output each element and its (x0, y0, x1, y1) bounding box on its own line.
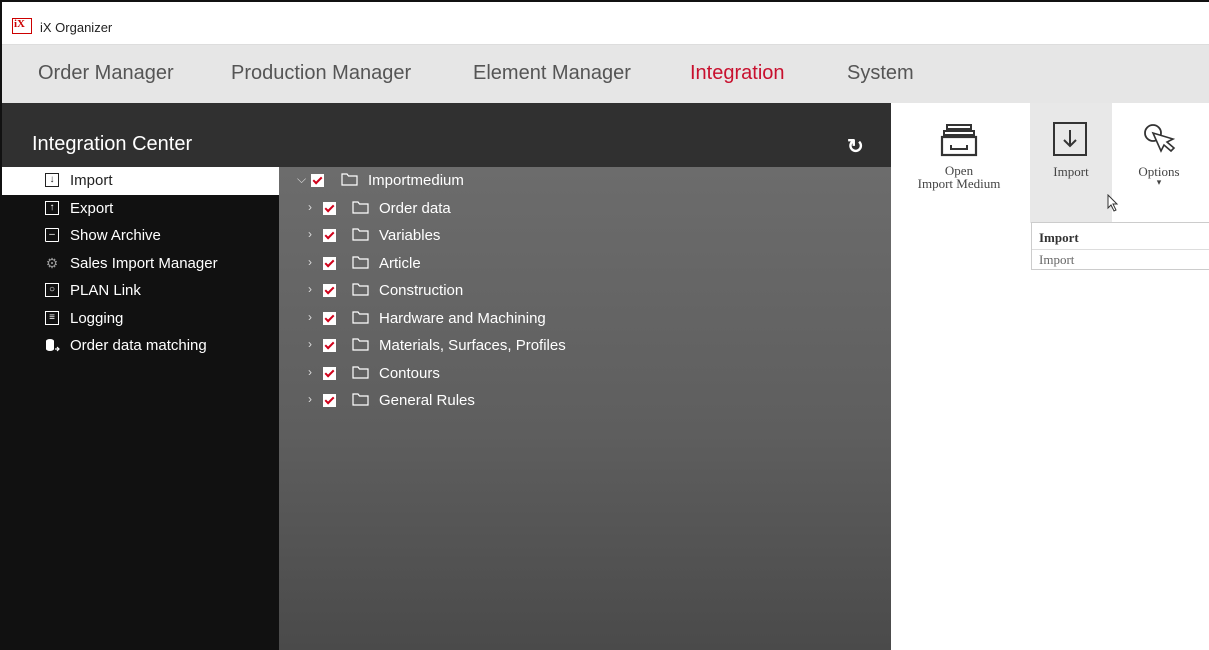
tree-row-materials[interactable]: › Materials, Surfaces, Profiles (279, 332, 891, 360)
tree-item-label: Construction (379, 282, 464, 299)
tree-item-label: Variables (379, 227, 441, 244)
nav-item-order-data-matching[interactable]: Order data matching (2, 332, 279, 360)
refresh-icon[interactable]: ↻ (847, 134, 864, 159)
options-button[interactable]: Options ▾ (1119, 117, 1199, 207)
folder-icon (352, 393, 369, 406)
nav-item-label: Sales Import Manager (70, 254, 218, 272)
folder-icon (352, 228, 369, 241)
panel-title: Integration Center (32, 133, 193, 155)
folder-icon (352, 255, 369, 269)
folder-icon (352, 365, 369, 379)
main-menu: Order Manager Production Manager Element… (2, 45, 1209, 103)
dropdown-subtitle[interactable]: Import (1039, 252, 1074, 268)
mouse-cursor-icon (1107, 194, 1119, 212)
chevron-right-icon[interactable]: › (308, 310, 312, 324)
tree-item-label: Materials, Surfaces, Profiles (379, 337, 566, 354)
nav-item-label: PLAN Link (70, 282, 141, 299)
tree-item-label: General Rules (379, 392, 475, 409)
menu-order-manager[interactable]: Order Manager (38, 62, 174, 85)
nav-item-label: Order data matching (70, 337, 207, 354)
import-button-label: Import (1053, 164, 1089, 179)
tree-checkbox[interactable] (323, 201, 336, 215)
open-import-medium-button[interactable]: Open Import Medium (903, 117, 1015, 217)
folder-icon (352, 338, 369, 351)
menu-integration[interactable]: Integration (690, 62, 785, 85)
cursor-options-icon (1144, 124, 1176, 153)
nav-item-label: Show Archive (70, 227, 161, 244)
export-icon: ↑ (45, 200, 59, 215)
tree-checkbox[interactable] (323, 256, 336, 270)
tree-item-label: Article (379, 254, 421, 272)
tree-checkbox[interactable] (311, 174, 324, 187)
import-tree: ⌵ Importmedium › Order data › Variables … (279, 167, 891, 650)
ribbon-toolbar: Open Import Medium Import Options ▾ (891, 103, 1209, 650)
nav-item-import[interactable]: ↓ Import (2, 167, 279, 195)
tree-checkbox[interactable] (323, 284, 336, 297)
tree-checkbox[interactable] (323, 366, 336, 380)
import-icon (1053, 122, 1087, 156)
chevron-right-icon[interactable]: › (308, 392, 312, 406)
nav-item-label: Import (70, 172, 113, 189)
tree-row-order-data[interactable]: › Order data (279, 195, 891, 223)
plan-link-icon: ○ (45, 283, 59, 297)
nav-item-logging[interactable]: ≡ Logging (2, 305, 279, 333)
tree-row-contours[interactable]: › Contours (279, 360, 891, 388)
chevron-right-icon[interactable]: › (308, 337, 312, 351)
title-bar: iX iX Organizer (2, 2, 1209, 45)
tree-root-row[interactable]: ⌵ Importmedium (279, 167, 891, 195)
folder-icon (352, 283, 369, 296)
tree-row-general-rules[interactable]: › General Rules (279, 387, 891, 415)
nav-item-sales-import-manager[interactable]: ⚙ Sales Import Manager (2, 250, 279, 278)
nav-list: ↓ Import ↑ Export – Show Archive ⚙ Sales… (2, 167, 279, 360)
menu-system[interactable]: System (847, 62, 914, 85)
import-dropdown-panel: Import Import (1031, 222, 1209, 270)
chevron-right-icon[interactable]: › (308, 365, 312, 379)
import-icon: ↓ (45, 173, 59, 187)
nav-item-label: Logging (70, 309, 124, 327)
nav-item-plan-link[interactable]: ○ PLAN Link (2, 277, 279, 305)
nav-item-label: Export (70, 199, 114, 217)
chevron-right-icon[interactable]: › (308, 200, 312, 214)
chevron-right-icon[interactable]: › (308, 227, 312, 241)
panel-header: Integration Center ↻ (2, 103, 891, 167)
gears-icon: ⚙ (45, 254, 59, 271)
tree-checkbox[interactable] (323, 311, 336, 325)
tree-row-construction[interactable]: › Construction (279, 277, 891, 305)
import-button[interactable]: Import (1030, 117, 1112, 207)
app-logo-icon: iX (12, 18, 32, 34)
tree-checkbox[interactable] (323, 394, 336, 407)
nav-item-show-archive[interactable]: – Show Archive (2, 222, 279, 250)
tree-item-label: Contours (379, 364, 440, 382)
archive-box-icon (940, 124, 978, 157)
tree-root-label: Importmedium (368, 172, 464, 189)
tree-checkbox[interactable] (323, 339, 336, 352)
chevron-right-icon[interactable]: › (308, 255, 312, 269)
tree-row-variables[interactable]: › Variables (279, 222, 891, 250)
tree-row-article[interactable]: › Article (279, 250, 891, 278)
folder-icon (352, 310, 369, 324)
window-title: iX Organizer (40, 20, 113, 35)
open-import-line2: Import Medium (917, 176, 1001, 191)
database-sync-icon (45, 338, 60, 352)
chevron-right-icon[interactable]: › (308, 282, 312, 296)
folder-icon (352, 200, 369, 214)
menu-element-manager[interactable]: Element Manager (473, 62, 631, 85)
menu-production-manager[interactable]: Production Manager (231, 62, 411, 85)
dropdown-title[interactable]: Import (1039, 230, 1079, 246)
tree-item-label: Hardware and Machining (379, 309, 546, 327)
chevron-down-icon: ▾ (1156, 177, 1162, 187)
tree-row-hardware-machining[interactable]: › Hardware and Machining (279, 305, 891, 333)
tree-item-label: Order data (379, 199, 451, 217)
nav-item-export[interactable]: ↑ Export (2, 195, 279, 223)
logging-icon: ≡ (45, 310, 59, 325)
tree-checkbox[interactable] (323, 229, 336, 242)
chevron-down-icon[interactable]: ⌵ (297, 172, 306, 187)
dropdown-divider (1032, 249, 1209, 250)
archive-icon: – (45, 228, 59, 242)
folder-icon (341, 173, 358, 186)
